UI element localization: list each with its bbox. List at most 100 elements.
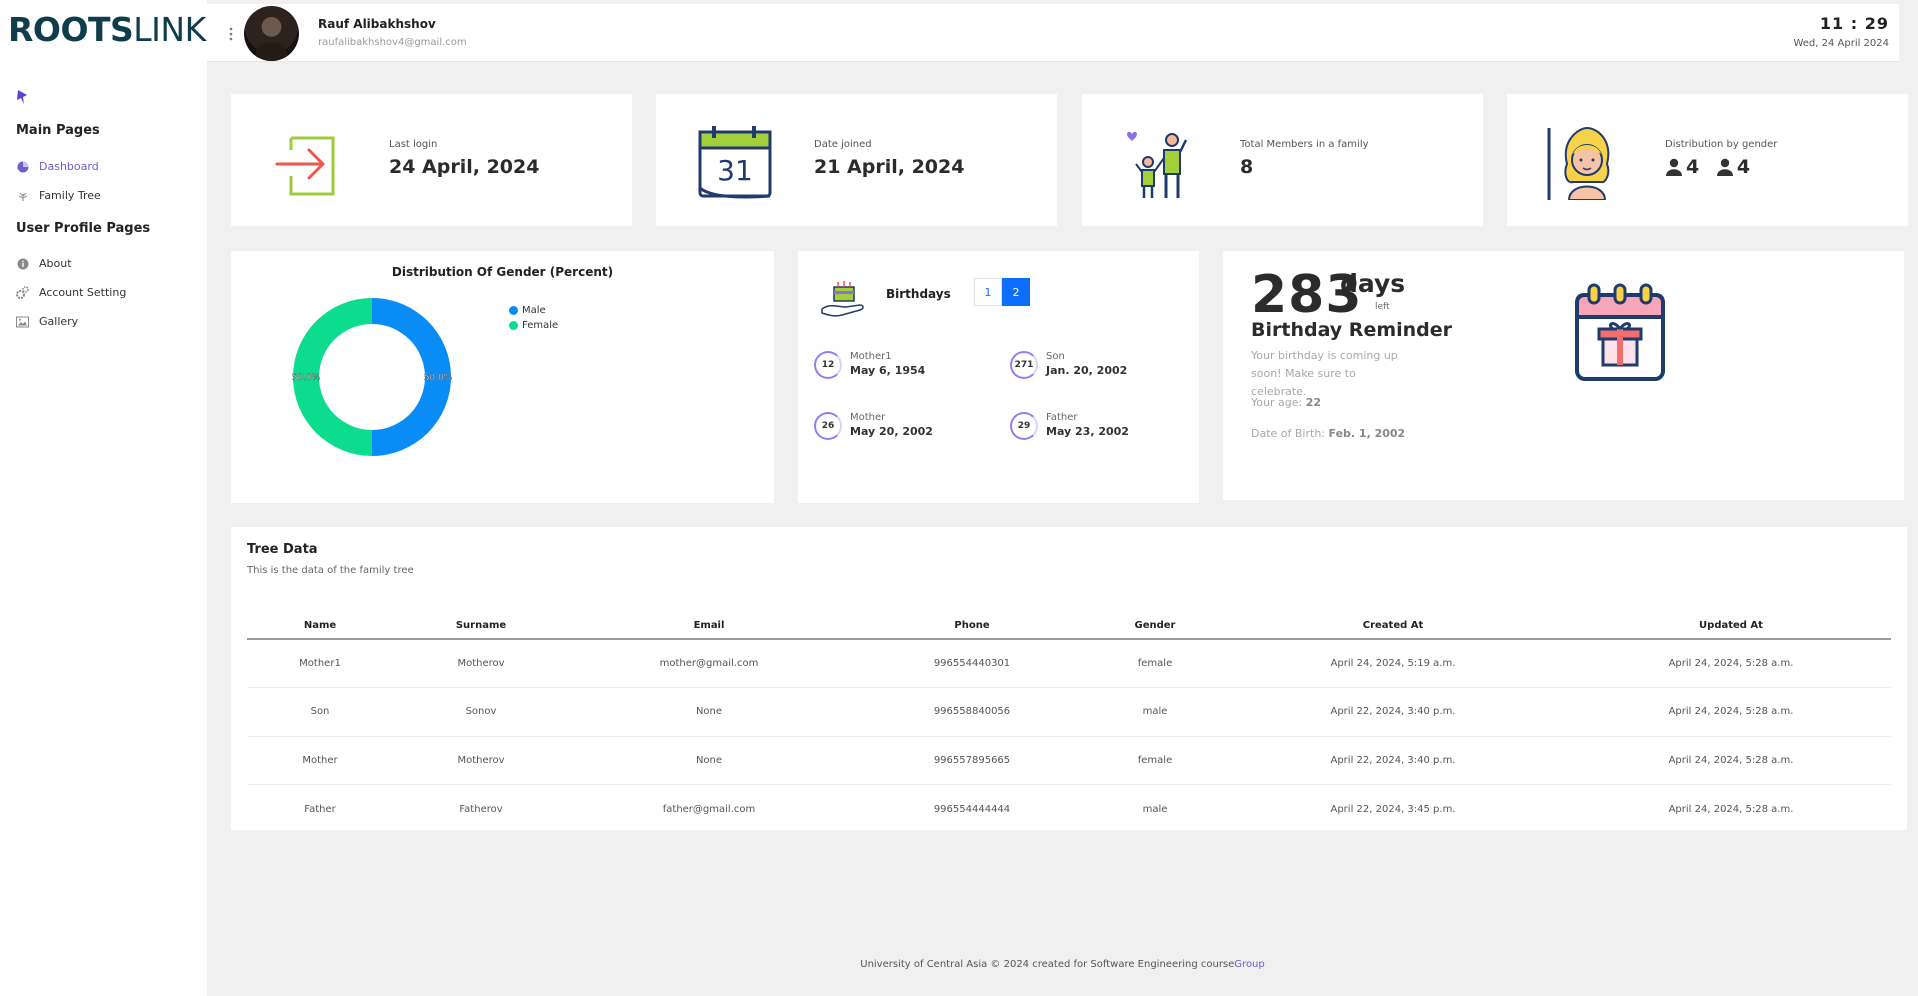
table-cell: None (569, 687, 849, 737)
svg-text:31: 31 (717, 154, 753, 187)
stat-card-date-joined: 31 Date joined 21 April, 2024 (656, 94, 1057, 226)
table-cell: 996558840056 (849, 687, 1095, 737)
brand-logo[interactable]: ROOTSLINK (8, 10, 206, 49)
male-count: 4 (1665, 156, 1699, 178)
table-row: Mother Motherov None 996557895665 female… (247, 736, 1891, 785)
gears-icon (16, 286, 29, 299)
table-cell: Fatherov (459, 803, 503, 815)
reminder-title: Birthday Reminder (1251, 319, 1453, 341)
sidebar-item-about[interactable]: About (16, 257, 72, 270)
birthday-relation: Father (1046, 412, 1078, 423)
birthday-date: May 23, 2002 (1046, 425, 1129, 438)
birthday-item: 271 Son Jan. 20, 2002 (1010, 351, 1127, 379)
tree-data-table: Name Surname Email Phone Gender Created … (247, 613, 1891, 833)
table-cell: mother@gmail.com (569, 639, 849, 688)
family-icon (1127, 131, 1188, 198)
tree-data-card: Tree Data This is the data of the family… (231, 527, 1907, 830)
days-ring: 26 (814, 412, 842, 440)
table-cell: Son (247, 687, 393, 737)
user-name: Rauf Alibakhshov (318, 17, 436, 31)
column-header: Name (247, 613, 393, 640)
clock: 11 : 29 (1819, 14, 1889, 33)
legend-item-female[interactable]: Female (509, 318, 558, 333)
days-word: days (1340, 269, 1406, 298)
table-row: Son Sonov None 996558840056 male April 2… (247, 687, 1891, 737)
sidebar-item-label: Dashboard (39, 160, 99, 173)
donut-label-male: 50.0% (424, 373, 453, 383)
page-1-button[interactable]: 1 (974, 278, 1002, 306)
pie-chart-icon (16, 160, 29, 173)
stat-label: Distribution by gender (1665, 139, 1778, 150)
gift-calendar-icon (1575, 283, 1665, 381)
table-cell: female (1095, 736, 1215, 785)
sidebar: ROOTSLINK Main Pages Dashboard Family Tr… (0, 0, 207, 996)
table-cell: None (569, 736, 849, 785)
stat-label: Total Members in a family (1240, 139, 1369, 150)
stat-card-total-members: Total Members in a family 8 (1082, 94, 1483, 226)
sidebar-item-label: Account Setting (39, 286, 127, 299)
birthday-item: 12 Mother1 May 6, 1954 (814, 351, 925, 379)
avatar[interactable] (244, 6, 299, 61)
table-cell: April 22, 2024, 3:40 p.m. (1215, 687, 1571, 737)
stat-card-gender-distribution: Distribution by gender 4 4 (1507, 94, 1908, 226)
column-header: Created At (1215, 613, 1571, 640)
kebab-menu-icon[interactable] (229, 26, 233, 42)
stat-value: 21 April, 2024 (814, 156, 965, 178)
birthdays-title: Birthdays (886, 287, 951, 301)
table-cell: April 24, 2024, 5:28 a.m. (1571, 639, 1891, 688)
footer-text: University of Central Asia © 2024 create… (860, 959, 1235, 970)
user-email: raufalibakhshov4@gmail.com (318, 37, 467, 48)
footer-group-link[interactable]: Group (1234, 959, 1264, 970)
sidebar-item-label: About (39, 257, 72, 270)
tree-data-title: Tree Data (247, 542, 318, 557)
table-cell: 996554444444 (933, 803, 1011, 815)
sidebar-item-label: Family Tree (39, 189, 101, 202)
table-cell: Father (304, 803, 336, 815)
female-user-icon (1716, 158, 1733, 176)
page-2-button[interactable]: 2 (1002, 278, 1030, 306)
table-cell: Mother (247, 736, 393, 785)
days-ring: 29 (1010, 412, 1038, 440)
birthday-relation: Mother (850, 412, 886, 423)
chart-legend: Male Female (509, 303, 558, 333)
birthday-reminder-card: 283 days left Birthday Reminder Your bir… (1223, 251, 1904, 500)
left-word: left (1375, 302, 1390, 312)
sidebar-item-dashboard[interactable]: Dashboard (16, 160, 99, 173)
login-arrow-icon (275, 136, 335, 196)
table-cell: 996554440301 (849, 639, 1095, 688)
table-cell: April 24, 2024, 5:19 a.m. (1215, 639, 1571, 688)
user-profile-pages-title: User Profile Pages (16, 221, 151, 236)
donut-label-female: 50.0% (292, 373, 321, 383)
table-cell: Mother1 (247, 639, 393, 688)
table-cell: Sonov (393, 687, 569, 737)
table-cell: male (1142, 803, 1168, 815)
table-cell: April 24, 2024, 5:28 a.m. (1571, 687, 1891, 737)
table-cell: female (1095, 639, 1215, 688)
table-cell: Motherov (393, 736, 569, 785)
birthday-cake-icon (821, 281, 864, 317)
stat-value: 24 April, 2024 (389, 156, 540, 178)
footer: University of Central Asia © 2024 create… (207, 959, 1918, 970)
gender-donut-chart: 50.0% 50.0% (292, 298, 453, 456)
table-cell: Motherov (393, 639, 569, 688)
birthday-date: May 6, 1954 (850, 364, 926, 377)
birthday-date: May 20, 2002 (850, 425, 933, 438)
birthday-relation: Mother1 (850, 351, 892, 362)
birthday-item: 26 Mother May 20, 2002 (814, 412, 933, 440)
table-cell: April 24, 2024, 5:28 a.m. (1668, 803, 1794, 815)
table-row: Father Fatherov father@gmail.com 9965544… (247, 785, 1891, 834)
sidebar-item-label: Gallery (39, 315, 79, 328)
column-header: Updated At (1571, 613, 1891, 640)
sidebar-item-account-setting[interactable]: Account Setting (16, 286, 126, 299)
calendar-icon: 31 (698, 126, 772, 199)
info-icon (16, 257, 29, 270)
legend-item-male[interactable]: Male (509, 303, 558, 318)
image-icon (16, 315, 29, 328)
sidebar-item-family-tree[interactable]: Family Tree (16, 189, 101, 202)
table-header-row: Name Surname Email Phone Gender Created … (247, 613, 1891, 640)
sidebar-item-gallery[interactable]: Gallery (16, 315, 78, 328)
pin-icon[interactable] (15, 89, 31, 105)
table-cell: April 22, 2024, 3:40 p.m. (1215, 736, 1571, 785)
stat-label: Date joined (814, 139, 872, 150)
main-pages-title: Main Pages (16, 123, 100, 138)
